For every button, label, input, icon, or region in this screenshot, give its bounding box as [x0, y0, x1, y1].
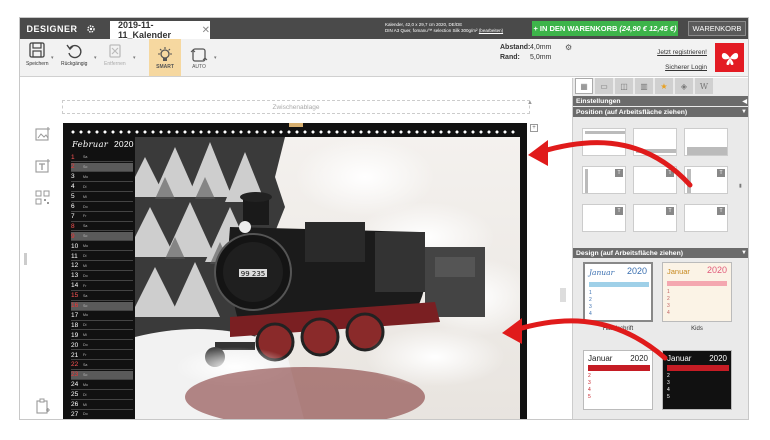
arrow-bottom — [512, 318, 668, 361]
arrowhead-bottom — [502, 318, 522, 344]
arrow-top — [537, 140, 693, 188]
annotation-arrows — [502, 140, 693, 361]
arrowhead-top — [528, 140, 548, 166]
